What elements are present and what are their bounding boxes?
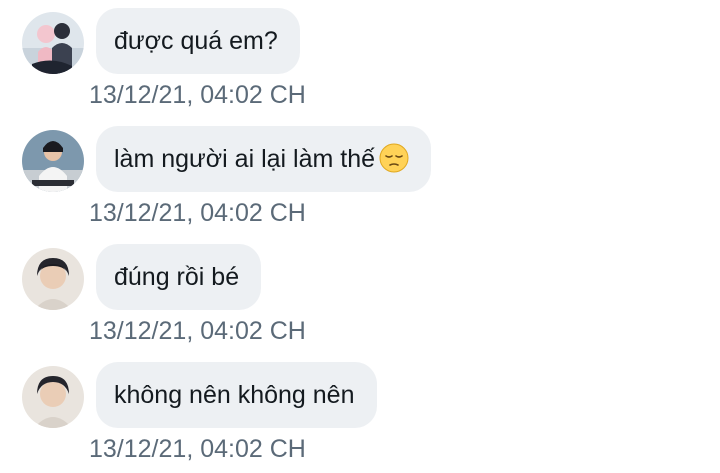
- message-text: làm người ai lại làm thế: [114, 145, 376, 173]
- message-item: không nên không nên 13/12/21, 04:02 CH: [0, 354, 720, 472]
- message-text: đúng rồi bé: [114, 263, 240, 291]
- message-timestamp: 13/12/21, 04:02 CH: [89, 81, 306, 109]
- message-bubble[interactable]: đúng rồi bé: [96, 244, 262, 310]
- message-text: được quá em?: [114, 27, 278, 55]
- message-item: làm người ai lại làm thế 13/12/21, 04:02…: [0, 118, 720, 236]
- message-item: được quá em? 13/12/21, 04:02 CH: [0, 0, 720, 118]
- avatar[interactable]: [22, 366, 84, 428]
- message-bubble[interactable]: làm người ai lại làm thế: [96, 126, 432, 192]
- message-item: đúng rồi bé 13/12/21, 04:02 CH: [0, 236, 720, 354]
- message-bubble[interactable]: được quá em?: [96, 8, 300, 74]
- avatar[interactable]: [22, 12, 84, 74]
- message-timestamp: 13/12/21, 04:02 CH: [89, 317, 306, 345]
- message-timestamp: 13/12/21, 04:02 CH: [89, 435, 306, 463]
- message-bubble[interactable]: không nên không nên: [96, 362, 377, 428]
- pensive-face-icon: [379, 143, 409, 173]
- avatar[interactable]: [22, 248, 84, 310]
- message-timestamp: 13/12/21, 04:02 CH: [89, 199, 306, 227]
- message-text: không nên không nên: [114, 381, 355, 409]
- avatar[interactable]: [22, 130, 84, 192]
